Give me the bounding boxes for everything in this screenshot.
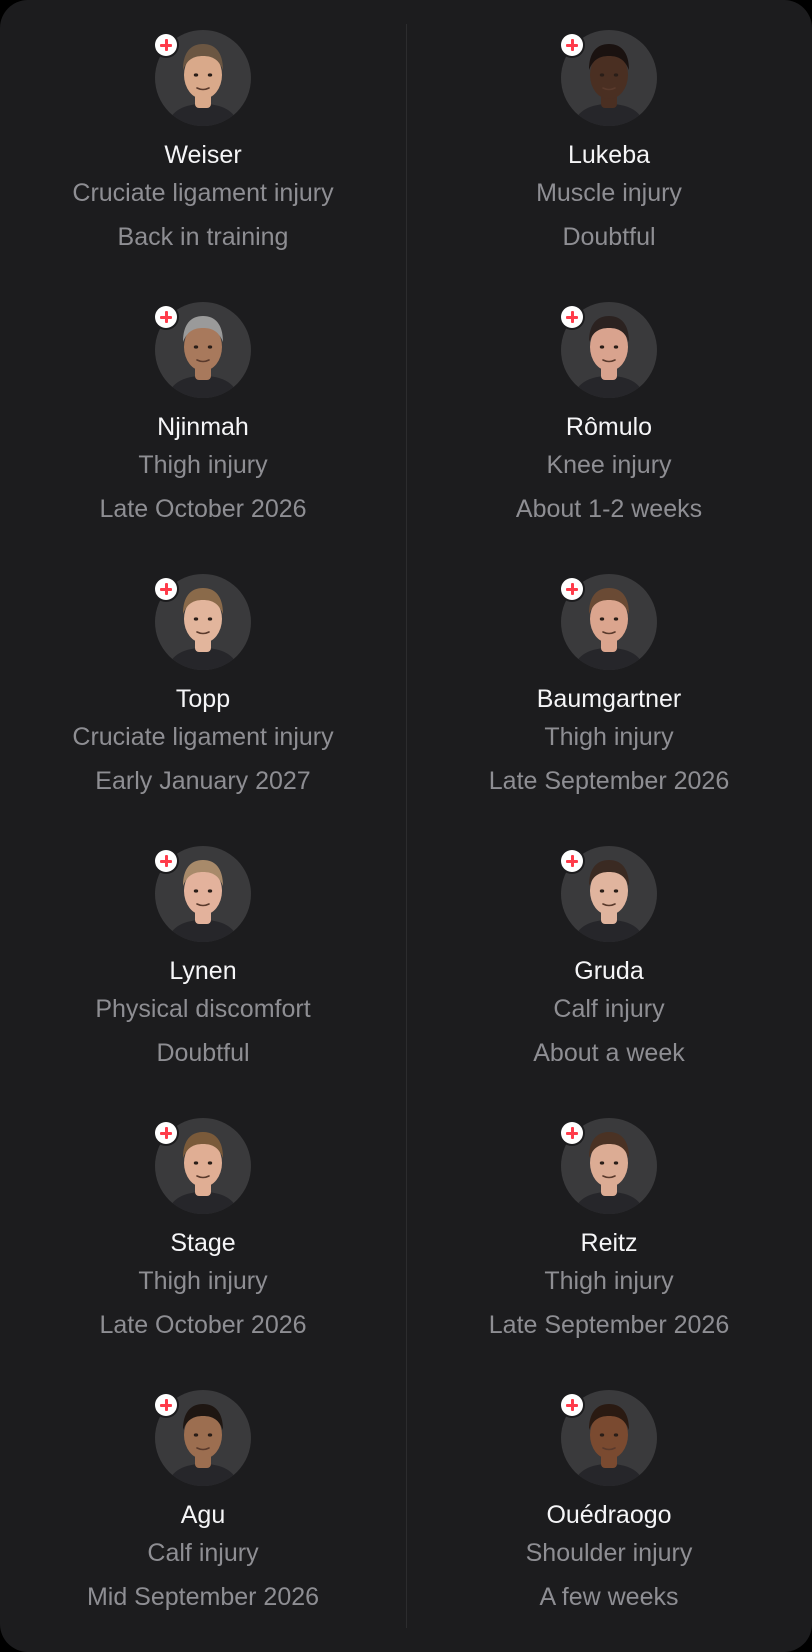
player-name[interactable]: Stage: [170, 1228, 235, 1258]
player-avatar-wrapper[interactable]: [561, 846, 657, 942]
player-card[interactable]: Topp Cruciate ligament injury Early Januar…: [0, 574, 406, 846]
player-avatar-wrapper[interactable]: [561, 1118, 657, 1214]
player-card[interactable]: Agu Calf injury Mid September 2026: [0, 1390, 406, 1652]
player-name[interactable]: Lynen: [169, 956, 236, 986]
return-status: Late October 2026: [99, 1311, 307, 1339]
injury-type: Cruciate ligament injury: [72, 723, 334, 751]
return-status: Late October 2026: [99, 495, 307, 523]
player-card[interactable]: Njinmah Thigh injury Late October 2026: [0, 302, 406, 574]
injury-type: Physical discomfort: [95, 995, 311, 1023]
injury-type: Thigh injury: [138, 1267, 268, 1295]
injury-cross-icon: [561, 1122, 583, 1144]
player-name[interactable]: Ouédraogo: [546, 1500, 671, 1530]
player-name[interactable]: Reitz: [581, 1228, 638, 1258]
return-status: A few weeks: [539, 1583, 679, 1611]
injury-type: Thigh injury: [138, 451, 268, 479]
injury-cross-icon: [155, 1122, 177, 1144]
player-card[interactable]: Rômulo Knee injury About 1-2 weeks: [406, 302, 812, 574]
injury-cross-icon: [155, 850, 177, 872]
player-avatar-wrapper[interactable]: [155, 30, 251, 126]
injury-cross-icon: [561, 306, 583, 328]
player-name[interactable]: Njinmah: [157, 412, 249, 442]
return-status: Late September 2026: [488, 1311, 730, 1339]
player-card[interactable]: Weiser Cruciate ligament injury Back in tr…: [0, 30, 406, 302]
injury-cross-icon: [155, 306, 177, 328]
return-status: Late September 2026: [488, 767, 730, 795]
player-card[interactable]: Gruda Calf injury About a week: [406, 846, 812, 1118]
player-name[interactable]: Rômulo: [566, 412, 652, 442]
injury-cross-icon: [561, 34, 583, 56]
player-name[interactable]: Agu: [181, 1500, 225, 1530]
injury-type: Cruciate ligament injury: [72, 179, 334, 207]
player-avatar-wrapper[interactable]: [155, 1390, 251, 1486]
injured-players-grid: Weiser Cruciate ligament injury Back in tr…: [0, 30, 812, 1652]
player-avatar-wrapper[interactable]: [155, 302, 251, 398]
player-avatar-wrapper[interactable]: [561, 574, 657, 670]
player-name[interactable]: Topp: [176, 684, 230, 714]
injury-cross-icon: [155, 1394, 177, 1416]
player-card[interactable]: Lynen Physical discomfort Doubtful: [0, 846, 406, 1118]
injury-type: Calf injury: [553, 995, 665, 1023]
player-avatar-wrapper[interactable]: [155, 846, 251, 942]
player-card[interactable]: Stage Thigh injury Late October 2026: [0, 1118, 406, 1390]
injury-type: Muscle injury: [536, 179, 682, 207]
player-card[interactable]: Lukeba Muscle injury Doubtful: [406, 30, 812, 302]
player-avatar-wrapper[interactable]: [561, 30, 657, 126]
injury-cross-icon: [561, 578, 583, 600]
player-avatar-wrapper[interactable]: [155, 1118, 251, 1214]
injury-type: Knee injury: [546, 451, 672, 479]
player-avatar-wrapper[interactable]: [561, 1390, 657, 1486]
return-status: Doubtful: [156, 1039, 250, 1067]
injury-cross-icon: [155, 578, 177, 600]
injury-type: Thigh injury: [544, 1267, 674, 1295]
player-card[interactable]: Ouédraogo Shoulder injury A few weeks: [406, 1390, 812, 1652]
injury-cross-icon: [561, 1394, 583, 1416]
player-name[interactable]: Lukeba: [568, 140, 650, 170]
player-name[interactable]: Baumgartner: [537, 684, 682, 714]
player-avatar-wrapper[interactable]: [561, 302, 657, 398]
injury-type: Shoulder injury: [525, 1539, 693, 1567]
injury-list-card: Weiser Cruciate ligament injury Back in tr…: [0, 0, 812, 1652]
return-status: Early January 2027: [95, 767, 311, 795]
return-status: About a week: [533, 1039, 685, 1067]
player-card[interactable]: Reitz Thigh injury Late September 2026: [406, 1118, 812, 1390]
return-status: About 1-2 weeks: [515, 495, 703, 523]
player-name[interactable]: Weiser: [164, 140, 241, 170]
injury-type: Calf injury: [147, 1539, 259, 1567]
player-name[interactable]: Gruda: [574, 956, 643, 986]
injury-cross-icon: [155, 34, 177, 56]
return-status: Doubtful: [562, 223, 656, 251]
return-status: Back in training: [117, 223, 289, 251]
return-status: Mid September 2026: [86, 1583, 320, 1611]
injury-cross-icon: [561, 850, 583, 872]
player-avatar-wrapper[interactable]: [155, 574, 251, 670]
injury-type: Thigh injury: [544, 723, 674, 751]
player-card[interactable]: Baumgartner Thigh injury Late September 20…: [406, 574, 812, 846]
